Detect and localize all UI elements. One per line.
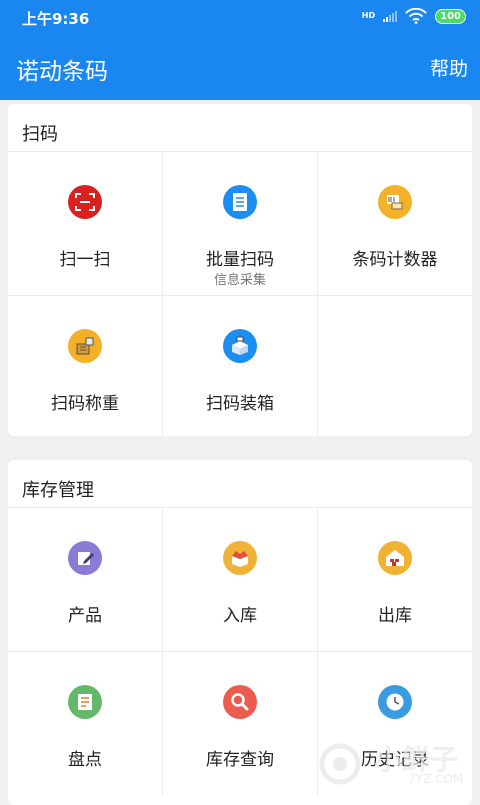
scan-section-card: 扫码 扫一扫 批量扫码 信息采集 条码计数器 扫码称重 bbox=[8, 104, 472, 436]
watermark: 小鲜子 7YZ.COM bbox=[318, 738, 468, 788]
scan-grid: 扫一扫 批量扫码 信息采集 条码计数器 扫码称重 扫码装箱 bbox=[8, 152, 472, 436]
product-button[interactable]: 产品 bbox=[8, 508, 163, 652]
product-edit-icon bbox=[68, 541, 102, 575]
app-bar: 诺动条码 帮助 bbox=[0, 34, 480, 100]
status-bar: 上午9:36 HD 100 bbox=[0, 0, 480, 34]
item-label: 条码计数器 bbox=[318, 245, 472, 270]
status-icons: HD 100 bbox=[362, 8, 466, 24]
list-document-icon bbox=[223, 185, 257, 219]
watermark-sub: 7YZ.COM bbox=[408, 772, 463, 786]
outbound-button[interactable]: 出库 bbox=[318, 508, 472, 652]
status-time: 上午9:36 bbox=[22, 8, 89, 29]
barcode-counter-icon bbox=[378, 185, 412, 219]
item-label: 扫一扫 bbox=[8, 245, 162, 270]
item-sublabel: 信息采集 bbox=[163, 269, 317, 288]
hd-indicator: HD bbox=[362, 12, 375, 20]
item-label: 出库 bbox=[318, 601, 472, 626]
item-label: 盘点 bbox=[8, 745, 162, 770]
app-title: 诺动条码 bbox=[16, 52, 108, 86]
section-title: 扫码 bbox=[8, 104, 472, 152]
scan-pack-button[interactable]: 扫码装箱 bbox=[163, 296, 318, 436]
inbound-button[interactable]: 入库 bbox=[163, 508, 318, 652]
item-label: 批量扫码 bbox=[163, 245, 317, 270]
watermark-logo-icon bbox=[318, 738, 370, 788]
scan-frame-icon bbox=[68, 185, 102, 219]
battery-icon: 100 bbox=[435, 9, 466, 24]
scan-weigh-button[interactable]: 扫码称重 bbox=[8, 296, 163, 436]
scan-button[interactable]: 扫一扫 bbox=[8, 152, 163, 296]
inbound-box-icon bbox=[223, 541, 257, 575]
stocktake-button[interactable]: 盘点 bbox=[8, 652, 163, 796]
item-label: 扫码称重 bbox=[8, 389, 162, 414]
scale-weighing-icon bbox=[68, 329, 102, 363]
inventory-checklist-icon bbox=[68, 685, 102, 719]
item-label: 库存查询 bbox=[163, 745, 317, 770]
history-clock-icon bbox=[378, 685, 412, 719]
box-packing-icon bbox=[223, 329, 257, 363]
item-label: 产品 bbox=[8, 601, 162, 626]
help-button[interactable]: 帮助 bbox=[430, 54, 468, 81]
barcode-counter-button[interactable]: 条码计数器 bbox=[318, 152, 472, 296]
stock-query-button[interactable]: 库存查询 bbox=[163, 652, 318, 796]
signal-icon bbox=[383, 10, 397, 22]
wifi-icon bbox=[405, 8, 427, 24]
item-label: 扫码装箱 bbox=[163, 389, 317, 414]
outbound-warehouse-icon bbox=[378, 541, 412, 575]
search-magnifier-icon bbox=[223, 685, 257, 719]
empty-cell bbox=[318, 296, 472, 436]
section-title: 库存管理 bbox=[8, 460, 472, 508]
batch-scan-button[interactable]: 批量扫码 信息采集 bbox=[163, 152, 318, 296]
item-label: 入库 bbox=[163, 601, 317, 626]
